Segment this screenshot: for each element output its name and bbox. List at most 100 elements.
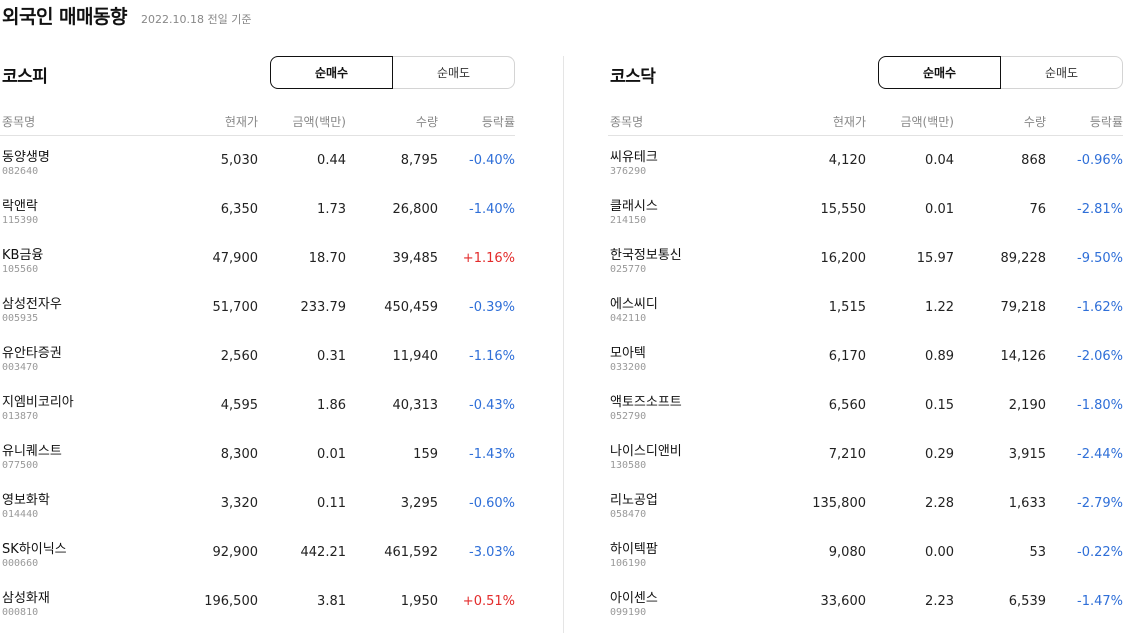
- column-header-price: 현재가: [832, 114, 866, 129]
- amount-cell: 0.31: [317, 349, 346, 364]
- kospi-panel: 코스피 순매수 순매도 종목명 현재가 금액(백만) 수량 등락률 동양생명 08…: [0, 56, 515, 637]
- net-sell-tab[interactable]: 순매도: [1001, 56, 1123, 89]
- stock-code: 058470: [610, 509, 647, 520]
- rate-cell: -9.50%: [1077, 251, 1123, 266]
- table-row[interactable]: 아이센스 099190 33,600 2.23 6,539 -1.47%: [608, 588, 1123, 637]
- table-row[interactable]: 유안타증권 003470 2,560 0.31 11,940 -1.16%: [0, 343, 515, 392]
- table-row[interactable]: 리노공업 058470 135,800 2.28 1,633 -2.79%: [608, 490, 1123, 539]
- amount-cell: 18.70: [308, 251, 346, 266]
- table-row[interactable]: 유니퀘스트 077500 8,300 0.01 159 -1.43%: [0, 441, 515, 490]
- buy-sell-toggle: 순매수 순매도: [878, 56, 1123, 89]
- rate-cell: -2.44%: [1077, 447, 1123, 462]
- table-row[interactable]: 나이스디앤비 130580 7,210 0.29 3,915 -2.44%: [608, 441, 1123, 490]
- price-cell: 9,080: [828, 545, 866, 560]
- qty-cell: 79,218: [1000, 300, 1047, 315]
- qty-cell: 159: [413, 447, 438, 462]
- amount-cell: 2.28: [925, 496, 954, 511]
- market-divider: [563, 56, 564, 633]
- stock-name[interactable]: 영보화학: [2, 490, 168, 507]
- net-buy-tab[interactable]: 순매수: [878, 56, 1001, 89]
- stock-name[interactable]: 모아텍: [610, 343, 776, 360]
- qty-cell: 53: [1029, 545, 1046, 560]
- stock-code: 106190: [610, 558, 647, 569]
- stock-name[interactable]: 나이스디앤비: [610, 441, 776, 458]
- rate-cell: -1.43%: [469, 447, 515, 462]
- stock-cell: 영보화학 014440: [0, 490, 168, 520]
- stock-code: 000660: [2, 558, 39, 569]
- stock-cell: 리노공업 058470: [608, 490, 776, 520]
- column-header-amount: 금액(백만): [292, 114, 346, 129]
- amount-cell: 15.97: [916, 251, 954, 266]
- stock-cell: 클래시스 214150: [608, 196, 776, 226]
- stock-name[interactable]: 씨유테크: [610, 147, 776, 164]
- net-sell-tab[interactable]: 순매도: [393, 56, 515, 89]
- table-row[interactable]: KB금융 105560 47,900 18.70 39,485 +1.16%: [0, 245, 515, 294]
- stock-name[interactable]: 동양생명: [2, 147, 168, 164]
- stock-code: 077500: [2, 460, 39, 471]
- table-row[interactable]: 락앤락 115390 6,350 1.73 26,800 -1.40%: [0, 196, 515, 245]
- stock-name[interactable]: 삼성화재: [2, 588, 168, 605]
- stock-name[interactable]: KB금융: [2, 245, 168, 262]
- rate-cell: -1.62%: [1077, 300, 1123, 315]
- qty-cell: 11,940: [392, 349, 439, 364]
- stock-name[interactable]: 클래시스: [610, 196, 776, 213]
- price-cell: 6,170: [828, 349, 866, 364]
- rate-cell: -2.81%: [1077, 202, 1123, 217]
- stock-code: 005935: [2, 313, 39, 324]
- table-row[interactable]: 하이텍팜 106190 9,080 0.00 53 -0.22%: [608, 539, 1123, 588]
- stock-name[interactable]: 아이센스: [610, 588, 776, 605]
- stock-name[interactable]: 유니퀘스트: [2, 441, 168, 458]
- rate-cell: -1.47%: [1077, 594, 1123, 609]
- stock-name[interactable]: 액토즈소프트: [610, 392, 776, 409]
- stock-cell: KB금융 105560: [0, 245, 168, 275]
- table-row[interactable]: 영보화학 014440 3,320 0.11 3,295 -0.60%: [0, 490, 515, 539]
- qty-cell: 76: [1029, 202, 1046, 217]
- table-row[interactable]: 클래시스 214150 15,550 0.01 76 -2.81%: [608, 196, 1123, 245]
- stock-name[interactable]: 유안타증권: [2, 343, 168, 360]
- table-row[interactable]: 동양생명 082640 5,030 0.44 8,795 -0.40%: [0, 147, 515, 196]
- kospi-panel-header: 코스피 순매수 순매도: [0, 56, 515, 90]
- column-header-name: 종목명: [610, 114, 644, 129]
- table-header: 종목명 현재가 금액(백만) 수량 등락률: [0, 107, 515, 136]
- stock-name[interactable]: 락앤락: [2, 196, 168, 213]
- rate-cell: -0.43%: [469, 398, 515, 413]
- column-header-qty: 수량: [415, 114, 438, 129]
- table-row[interactable]: 지엠비코리아 013870 4,595 1.86 40,313 -0.43%: [0, 392, 515, 441]
- stock-cell: 삼성전자우 005935: [0, 294, 168, 324]
- stock-name[interactable]: 한국정보통신: [610, 245, 776, 262]
- stock-name[interactable]: 지엠비코리아: [2, 392, 168, 409]
- table-row[interactable]: 한국정보통신 025770 16,200 15.97 89,228 -9.50%: [608, 245, 1123, 294]
- stock-code: 013870: [2, 411, 39, 422]
- stock-name[interactable]: 에스씨디: [610, 294, 776, 311]
- qty-cell: 3,295: [400, 496, 438, 511]
- table-row[interactable]: 에스씨디 042110 1,515 1.22 79,218 -1.62%: [608, 294, 1123, 343]
- stock-code: 000810: [2, 607, 39, 618]
- table-row[interactable]: 액토즈소프트 052790 6,560 0.15 2,190 -1.80%: [608, 392, 1123, 441]
- amount-cell: 0.11: [317, 496, 346, 511]
- table-row[interactable]: 삼성전자우 005935 51,700 233.79 450,459 -0.39%: [0, 294, 515, 343]
- column-header-rate: 등락률: [1089, 114, 1123, 129]
- stock-name[interactable]: 하이텍팜: [610, 539, 776, 556]
- column-header-amount: 금액(백만): [900, 114, 954, 129]
- market-title: 코스피: [2, 67, 48, 87]
- table-row[interactable]: SK하이닉스 000660 92,900 442.21 461,592 -3.03%: [0, 539, 515, 588]
- stock-code: 014440: [2, 509, 39, 520]
- table-row[interactable]: 삼성화재 000810 196,500 3.81 1,950 +0.51%: [0, 588, 515, 637]
- stock-name[interactable]: 리노공업: [610, 490, 776, 507]
- table-row[interactable]: 씨유테크 376290 4,120 0.04 868 -0.96%: [608, 147, 1123, 196]
- rate-cell: -3.03%: [469, 545, 515, 560]
- kosdaq-panel: 코스닥 순매수 순매도 종목명 현재가 금액(백만) 수량 등락률 씨유테크 37…: [608, 56, 1123, 637]
- stock-cell: 씨유테크 376290: [608, 147, 776, 177]
- price-cell: 6,560: [828, 398, 866, 413]
- stock-code: 105560: [2, 264, 39, 275]
- stock-code: 130580: [610, 460, 647, 471]
- price-cell: 5,030: [220, 153, 258, 168]
- stock-name[interactable]: 삼성전자우: [2, 294, 168, 311]
- stock-code: 033200: [610, 362, 647, 373]
- table-row[interactable]: 모아텍 033200 6,170 0.89 14,126 -2.06%: [608, 343, 1123, 392]
- stock-cell: 락앤락 115390: [0, 196, 168, 226]
- net-buy-tab[interactable]: 순매수: [270, 56, 393, 89]
- price-cell: 4,120: [828, 153, 866, 168]
- stock-name[interactable]: SK하이닉스: [2, 539, 168, 556]
- qty-cell: 39,485: [392, 251, 439, 266]
